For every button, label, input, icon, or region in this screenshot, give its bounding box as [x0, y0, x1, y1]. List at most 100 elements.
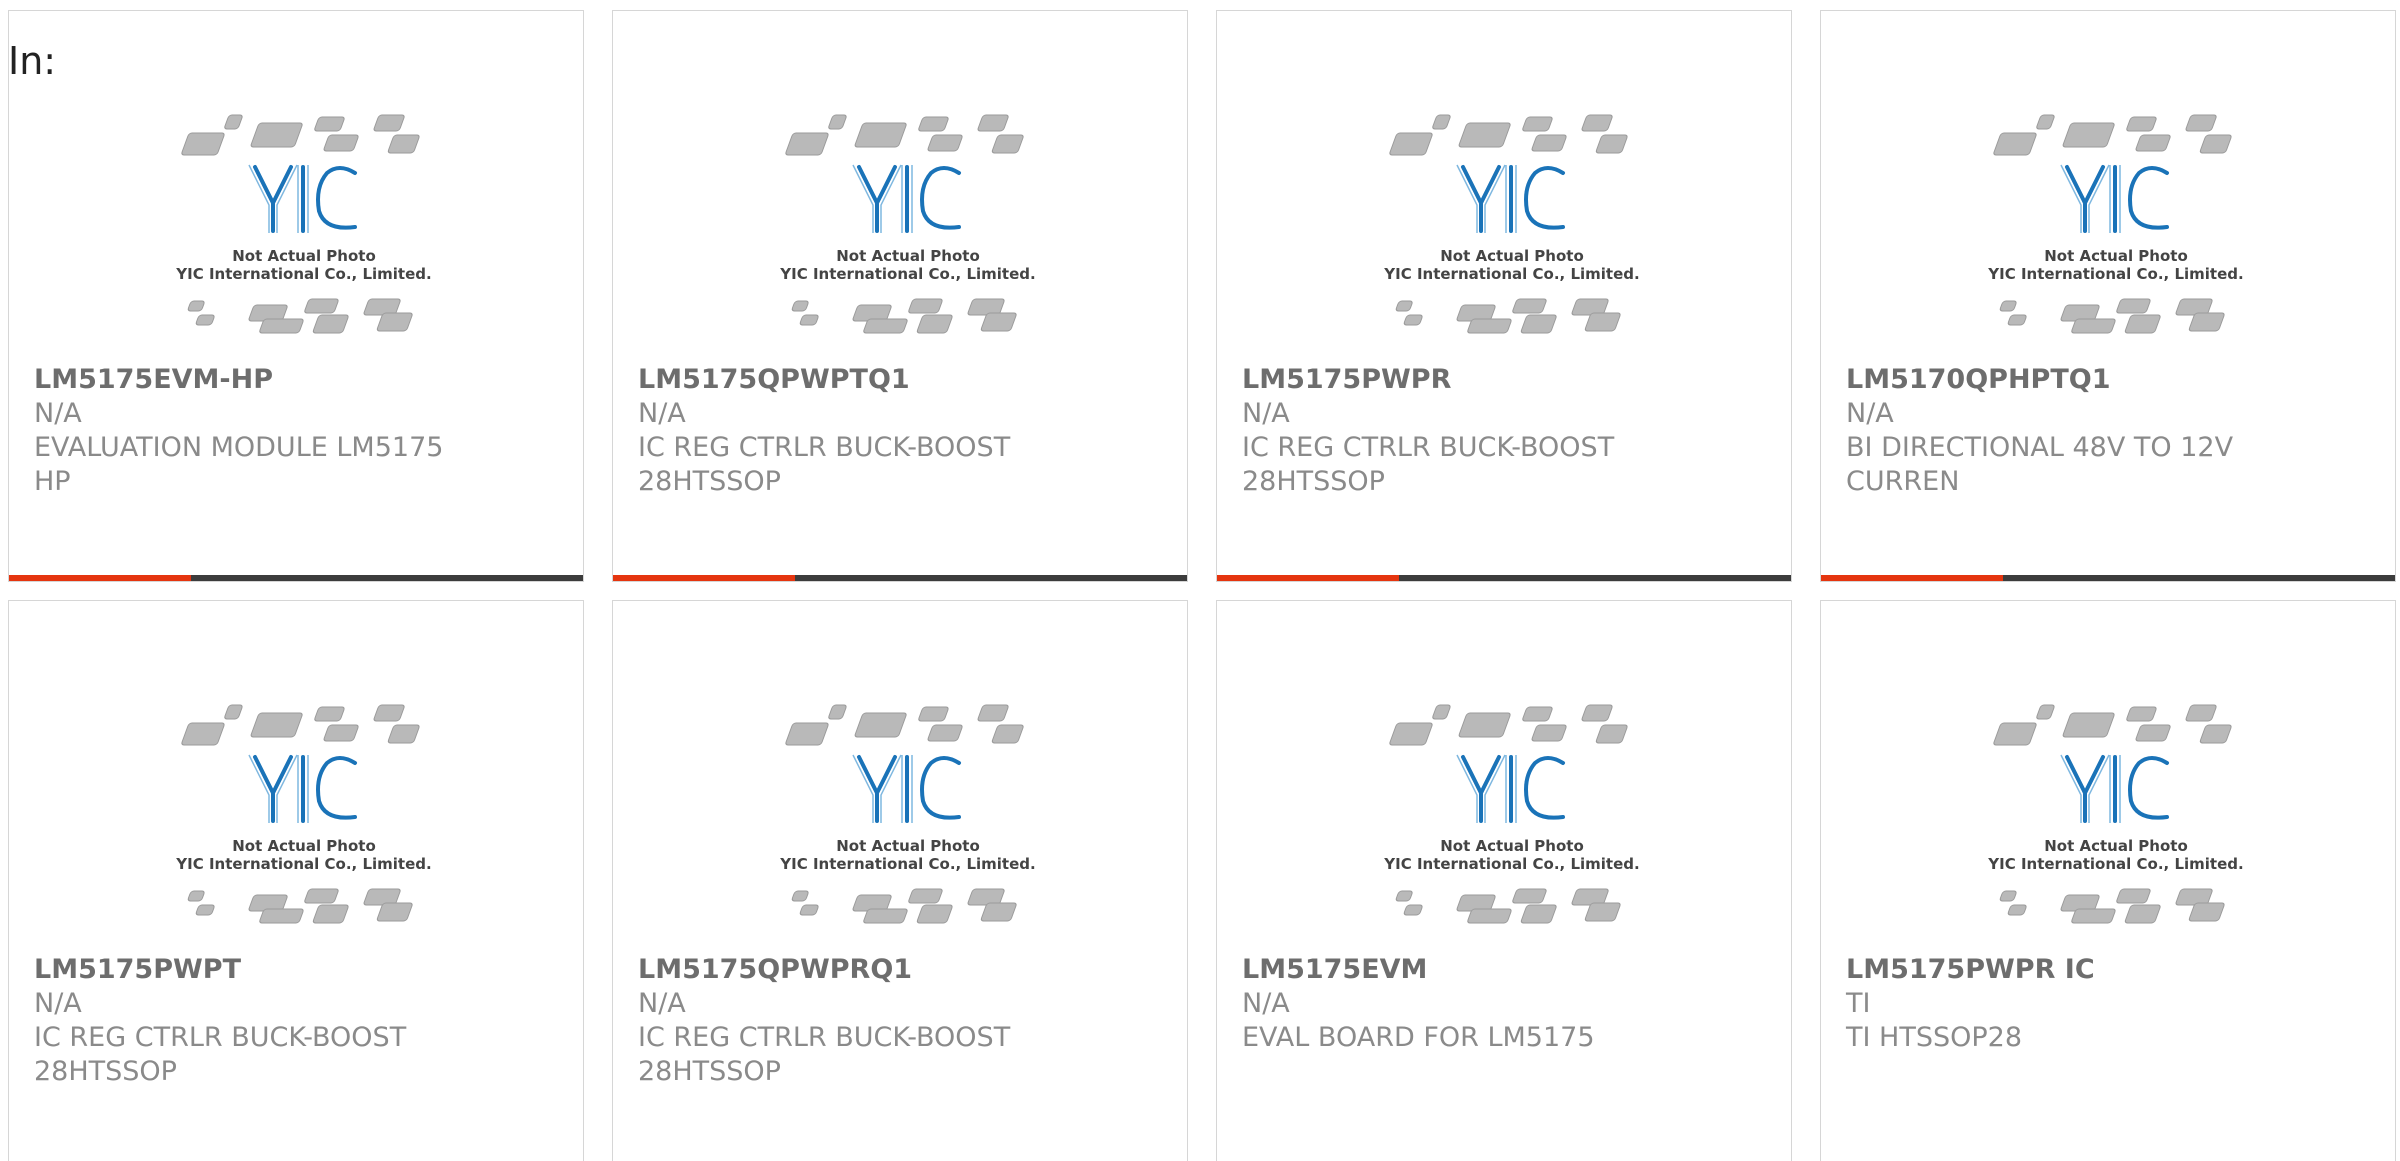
chip-icon — [828, 114, 847, 130]
chip-icon — [181, 722, 225, 746]
chip-icon — [2126, 706, 2157, 722]
photo-caption-line2: YIC International Co., Limited. — [175, 265, 431, 283]
chip-placeholder-graphic: Not Actual PhotoYIC International Co., L… — [175, 114, 432, 334]
product-card[interactable]: Not Actual Photo YIC International Co., L… — [1820, 10, 2396, 582]
chip-icon — [259, 908, 304, 924]
product-card[interactable]: Not Actual Photo YIC International Co., L… — [8, 10, 584, 582]
chip-icon — [1520, 904, 1557, 924]
chip-icon — [980, 902, 1017, 922]
product-listing-page: In: Not Actual Photo YIC International Co… — [0, 0, 2400, 1161]
chip-icon — [908, 298, 943, 314]
chip-icon — [2135, 724, 2171, 742]
product-photo-placeholder[interactable]: Not Actual Photo YIC International Co., L… — [773, 103, 1043, 353]
product-photo-placeholder[interactable]: Not Actual Photo YIC International Co., L… — [169, 693, 439, 943]
product-grid: Not Actual Photo YIC International Co., L… — [0, 0, 2400, 1161]
yic-logo-icon — [253, 165, 357, 233]
product-manufacturer: N/A — [34, 988, 82, 1019]
product-part-number[interactable]: LM5175QPWPTQ1 — [638, 363, 1158, 397]
product-description: EVALUATION MODULE LM5175 HP — [34, 432, 444, 497]
chip-icon — [250, 122, 303, 148]
chip-icon — [908, 888, 943, 904]
chip-icon — [2126, 116, 2157, 132]
product-part-number[interactable]: LM5175QPWPRQ1 — [638, 953, 1158, 987]
product-info: LM5175QPWPRQ1 N/A IC REG CTRLR BUCK-BOOS… — [638, 953, 1158, 1089]
chip-icon — [1999, 890, 2017, 902]
chip-icon — [314, 706, 345, 722]
photo-caption-line2: YIC International Co., Limited. — [1383, 265, 1639, 283]
chip-icon — [2188, 312, 2225, 332]
product-manufacturer: N/A — [1242, 988, 1290, 1019]
chip-icon — [387, 134, 420, 154]
chip-icon — [1512, 298, 1547, 314]
product-info: LM5175QPWPTQ1 N/A IC REG CTRLR BUCK-BOOS… — [638, 363, 1158, 499]
product-photo-placeholder[interactable]: Not Actual Photo YIC International Co., L… — [1377, 103, 1647, 353]
product-part-number[interactable]: LM5175EVM-HP — [34, 363, 554, 397]
photo-caption-line1: Not Actual Photo — [2044, 247, 2188, 265]
chip-icon — [1389, 722, 1433, 746]
chip-icon — [1403, 904, 1423, 916]
chip-icon — [224, 704, 243, 720]
product-part-number[interactable]: LM5175PWPR IC — [1846, 953, 2366, 987]
product-description: BI DIRECTIONAL 48V TO 12V CURREN — [1846, 432, 2234, 497]
product-description: IC REG CTRLR BUCK-BOOST 28HTSSOP — [638, 432, 1011, 497]
product-card[interactable]: Not Actual Photo YIC International Co., L… — [612, 10, 1188, 582]
product-card[interactable]: Not Actual Photo YIC International Co., L… — [8, 600, 584, 1161]
product-photo-placeholder[interactable]: Not Actual Photo YIC International Co., L… — [169, 103, 439, 353]
photo-caption-line1: Not Actual Photo — [836, 247, 980, 265]
product-part-number[interactable]: LM5170QPHPTQ1 — [1846, 363, 2366, 397]
photo-caption-line1: Not Actual Photo — [1440, 837, 1584, 855]
chip-icon — [2007, 314, 2027, 326]
chip-placeholder-graphic: Not Actual PhotoYIC International Co., L… — [779, 704, 1036, 924]
chip-icon — [2007, 904, 2027, 916]
yic-logo-icon — [2065, 165, 2169, 233]
product-part-number[interactable]: LM5175PWPR — [1242, 363, 1762, 397]
chip-icon — [195, 314, 215, 326]
product-card[interactable]: Not Actual Photo YIC International Co., L… — [1820, 600, 2396, 1161]
product-description: TI HTSSOP28 — [1846, 1022, 2023, 1053]
chip-icon — [2036, 114, 2055, 130]
chip-icon — [863, 318, 908, 334]
chip-placeholder-graphic: Not Actual PhotoYIC International Co., L… — [1383, 704, 1640, 924]
chip-icon — [977, 114, 1009, 132]
chip-icon — [259, 318, 304, 334]
product-info: LM5175PWPR IC TI TI HTSSOP28 — [1846, 953, 2366, 1055]
chip-icon — [2199, 724, 2232, 744]
chip-icon — [2116, 888, 2151, 904]
chip-icon — [376, 902, 413, 922]
chip-icon — [828, 704, 847, 720]
product-card[interactable]: Not Actual Photo YIC International Co., L… — [1216, 10, 1792, 582]
product-manufacturer: N/A — [638, 988, 686, 1019]
chip-icon — [799, 314, 819, 326]
chip-icon — [1993, 722, 2037, 746]
photo-caption-line1: Not Actual Photo — [232, 837, 376, 855]
chip-icon — [1458, 122, 1511, 148]
chip-icon — [1512, 888, 1547, 904]
product-photo-placeholder[interactable]: Not Actual Photo YIC International Co., L… — [773, 693, 1043, 943]
product-card[interactable]: Not Actual Photo YIC International Co., L… — [1216, 600, 1792, 1161]
product-part-number[interactable]: LM5175PWPT — [34, 953, 554, 987]
chip-icon — [791, 890, 809, 902]
chip-placeholder-graphic: Not Actual PhotoYIC International Co., L… — [175, 704, 432, 924]
product-photo-placeholder[interactable]: Not Actual Photo YIC International Co., L… — [1981, 693, 2251, 943]
chip-placeholder-graphic: Not Actual PhotoYIC International Co., L… — [1987, 704, 2244, 924]
chip-icon — [918, 116, 949, 132]
chip-icon — [1581, 114, 1613, 132]
chip-icon — [854, 122, 907, 148]
chip-icon — [2116, 298, 2151, 314]
chip-icon — [314, 116, 345, 132]
chip-icon — [1458, 712, 1511, 738]
product-part-number[interactable]: LM5175EVM — [1242, 953, 1762, 987]
chip-icon — [799, 904, 819, 916]
chip-icon — [195, 904, 215, 916]
chip-icon — [2199, 134, 2232, 154]
chip-icon — [1584, 312, 1621, 332]
product-photo-placeholder[interactable]: Not Actual Photo YIC International Co., L… — [1377, 693, 1647, 943]
product-card[interactable]: Not Actual Photo YIC International Co., L… — [612, 600, 1188, 1161]
chip-icon — [2062, 712, 2115, 738]
product-info: LM5175EVM-HP N/A EVALUATION MODULE LM517… — [34, 363, 554, 499]
photo-caption-line2: YIC International Co., Limited. — [1987, 855, 2243, 873]
photo-caption-line2: YIC International Co., Limited. — [779, 265, 1035, 283]
chip-icon — [785, 722, 829, 746]
chip-icon — [980, 312, 1017, 332]
product-photo-placeholder[interactable]: Not Actual Photo YIC International Co., L… — [1981, 103, 2251, 353]
